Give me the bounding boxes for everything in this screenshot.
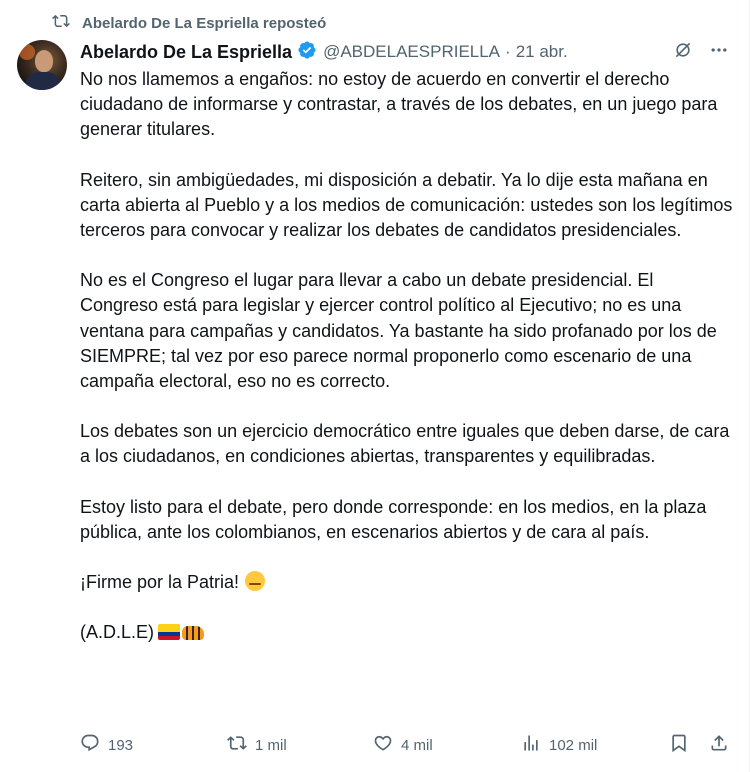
repost-icon [52,12,70,34]
separator: · [505,42,511,61]
repost-count: 1 mil [255,736,287,754]
repost-text: Abelardo De La Espriella reposteó [82,14,327,32]
tweet-text: No nos llamemos a engaños: no estoy de a… [80,67,735,670]
more-icon[interactable] [709,40,729,65]
author-name[interactable]: Abelardo De La Espriella [80,42,292,63]
bookmark-button[interactable] [669,733,689,757]
repost-context[interactable]: Abelardo De La Espriella reposteó [52,12,326,34]
tweet-signature-line: (A.D.L.E) [80,620,735,645]
tiger-emoji [182,626,205,641]
tweet-header: Abelardo De La Espriella @ABDELAESPRIELL… [80,40,729,64]
tweet-paragraph: Reitero, sin ambigüedades, mi disposició… [80,169,733,241]
views-button[interactable]: 102 mil [521,733,597,757]
like-icon [373,733,393,757]
tweet-paragraph: Los debates son un ejercicio democrático… [80,421,730,467]
grok-icon[interactable] [673,40,693,65]
reply-button[interactable]: 193 [80,733,133,757]
avatar[interactable] [17,40,67,90]
views-count: 102 mil [549,736,598,754]
reply-count: 193 [108,736,134,754]
like-count: 4 mil [401,736,433,754]
like-button[interactable]: 4 mil [373,733,433,757]
tweet-date[interactable]: 21 abr. [516,42,568,62]
colombia-flag-emoji [158,624,181,641]
tweet-actions: 193 1 mil 4 mil 102 mil [80,733,729,757]
tweet-paragraph: No es el Congreso el lugar para llevar a… [80,270,717,392]
tweet-signature: (A.D.L.E) [80,622,155,643]
share-icon [709,733,729,757]
share-button[interactable] [709,733,729,757]
tweet-closing: ¡Firme por la Patria! [80,572,240,593]
tweet-paragraph: No nos llamemos a engaños: no estoy de a… [80,69,718,140]
saluting-face-emoji [245,571,266,592]
tweet-card[interactable]: Abelardo De La Espriella reposteó Abelar… [0,0,750,772]
author-handle[interactable]: @ABDELAESPRIELLA [323,42,500,62]
tweet-paragraph: Estoy listo para el debate, pero donde c… [80,496,707,542]
views-icon [521,733,541,757]
repost-button[interactable]: 1 mil [227,733,287,757]
repost-icon [227,733,247,757]
bookmark-icon [669,733,689,757]
tweet-closing-line: ¡Firme por la Patria! [80,570,735,595]
verified-badge-icon [292,40,317,65]
reply-icon [80,733,100,757]
